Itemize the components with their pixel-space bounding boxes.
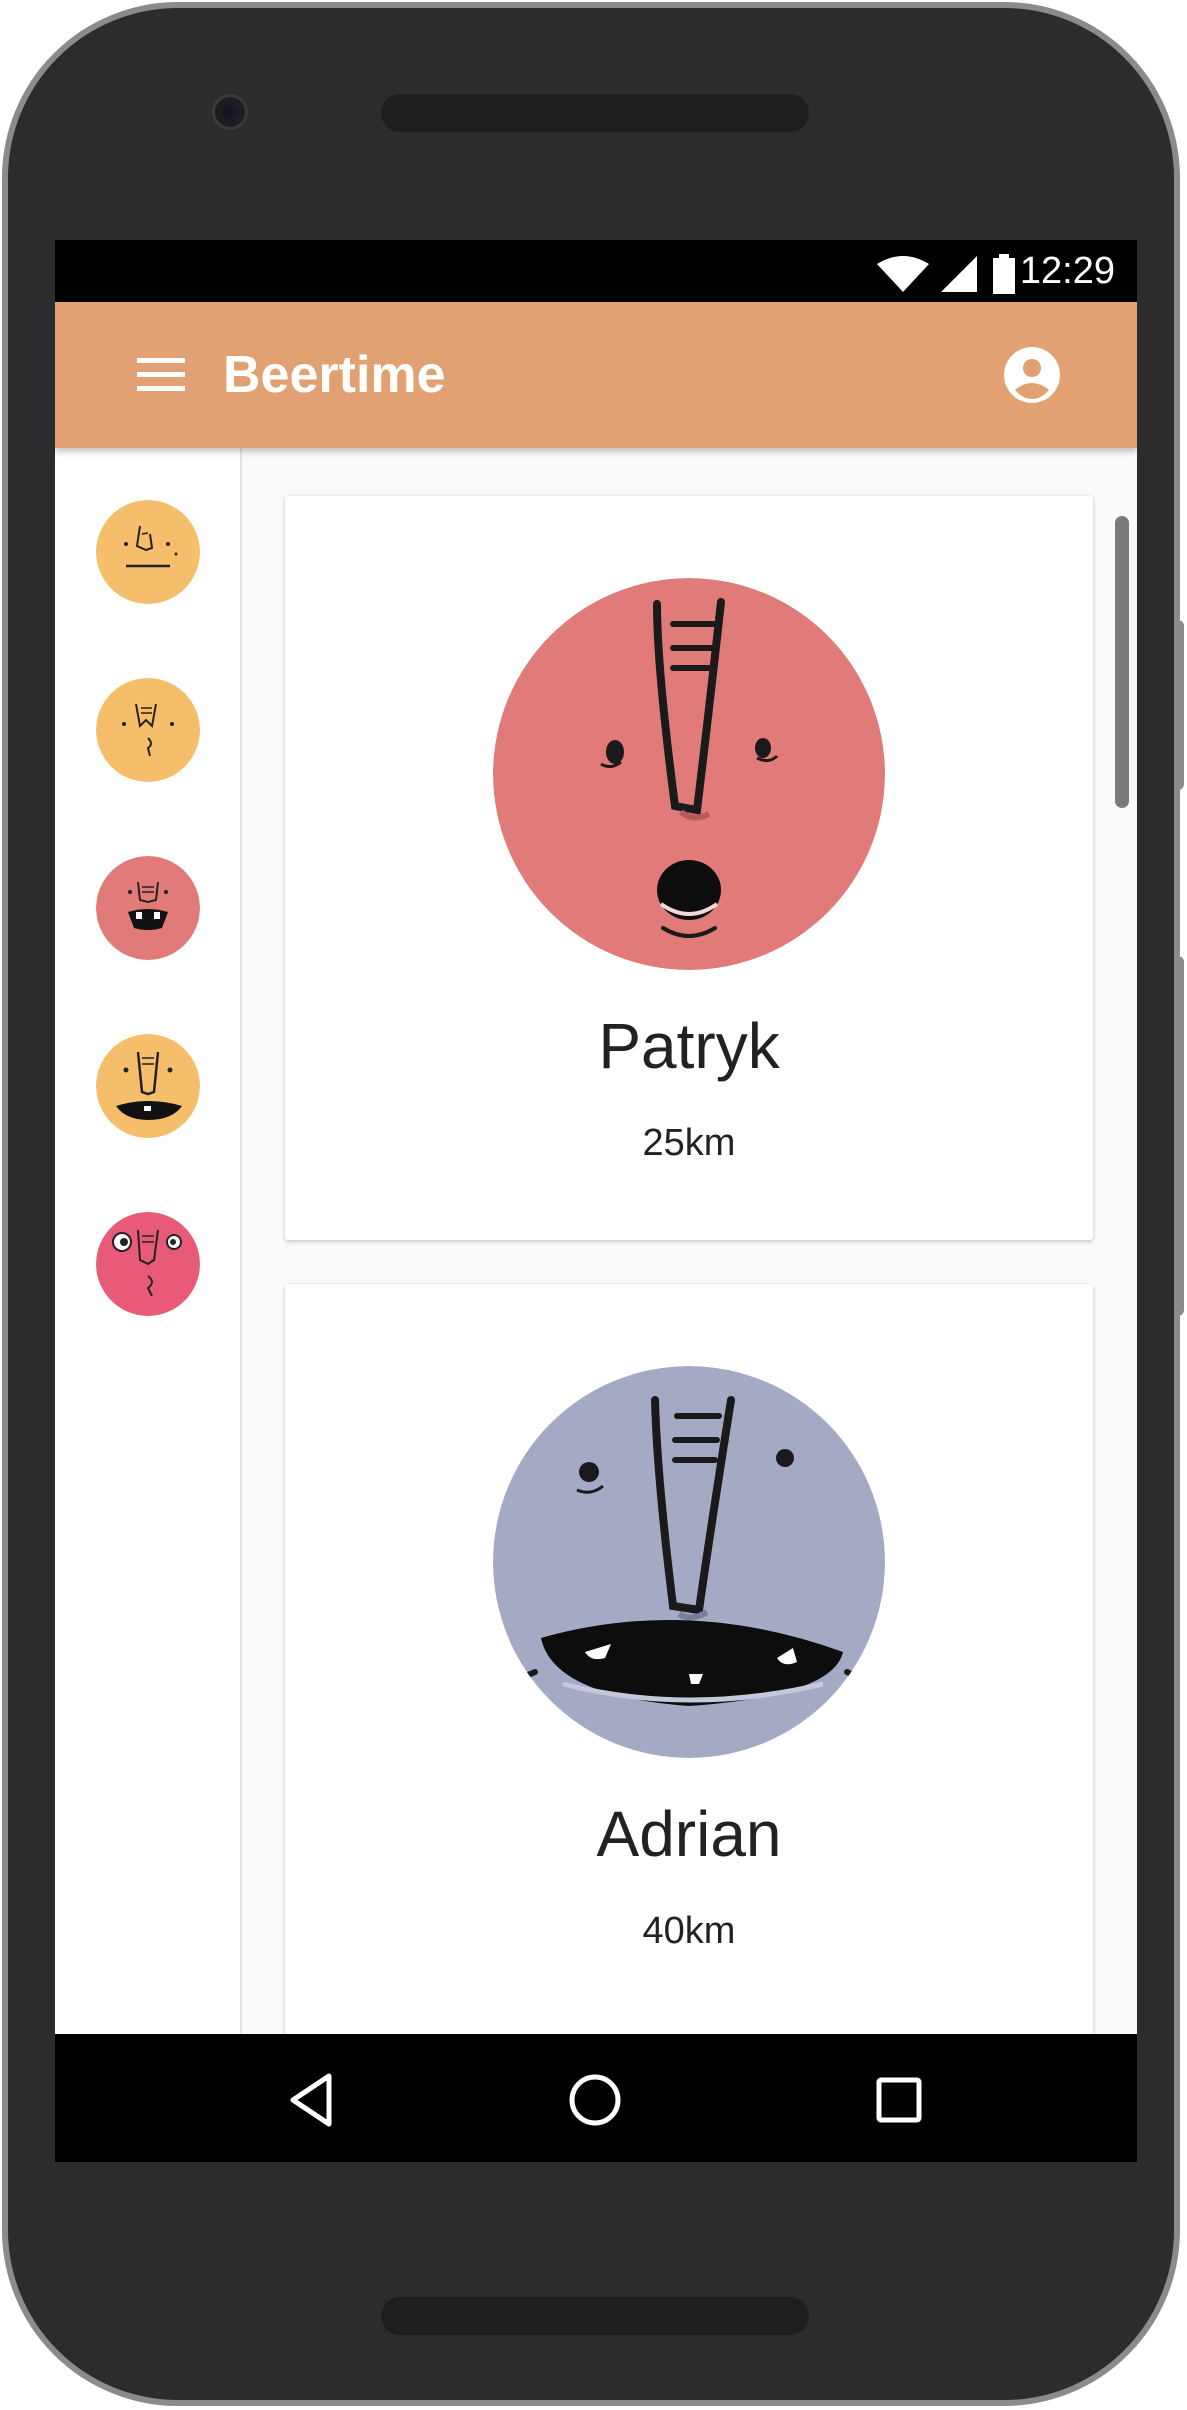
hamburger-menu-icon[interactable]: [135, 352, 187, 398]
status-bar: 12:29: [55, 240, 1137, 302]
sidebar: [55, 448, 242, 2046]
back-triangle-icon[interactable]: [283, 2070, 343, 2130]
face-big-grin-icon: [493, 1366, 885, 1758]
recents-square-icon[interactable]: [869, 2070, 929, 2130]
user-distance: 40km: [642, 1910, 736, 1952]
battery-icon: [993, 254, 1015, 294]
app-bar: Beertime: [55, 302, 1137, 448]
phone-frame: 12:29 Beertime Patryk 25km Adrian 40km: [2, 2, 1180, 2406]
status-time: 12:29: [1019, 250, 1115, 292]
sidebar-avatar[interactable]: [96, 678, 200, 782]
face-smile-icon: [96, 1034, 200, 1138]
face-bearded-icon: [96, 678, 200, 782]
wifi-icon: [877, 256, 929, 292]
face-surprised-icon: [96, 1212, 200, 1316]
sidebar-avatar[interactable]: [96, 1034, 200, 1138]
scrollbar-thumb[interactable]: [1115, 516, 1129, 808]
home-circle-icon[interactable]: [565, 2070, 625, 2130]
sidebar-avatar[interactable]: [96, 500, 200, 604]
user-name: Patryk: [598, 1010, 780, 1082]
bottom-speaker: [381, 2297, 809, 2335]
user-card[interactable]: Adrian 40km: [285, 1284, 1093, 2084]
face-grin-icon: [96, 856, 200, 960]
user-avatar: [493, 1366, 885, 1758]
user-list: Patryk 25km Adrian 40km: [242, 448, 1137, 2084]
device-screen: 12:29 Beertime Patryk 25km Adrian 40km: [55, 240, 1137, 2162]
app-title: Beertime: [223, 346, 446, 404]
front-camera: [212, 94, 248, 130]
face-open-mouth-icon: [493, 578, 885, 970]
user-card[interactable]: Patryk 25km: [285, 496, 1093, 1240]
user-avatar: [493, 578, 885, 970]
sidebar-avatar[interactable]: [96, 1212, 200, 1316]
user-distance: 25km: [642, 1122, 736, 1164]
earpiece-speaker: [381, 94, 809, 132]
sidebar-avatar[interactable]: [96, 856, 200, 960]
signal-icon: [941, 256, 977, 292]
navigation-bar: [55, 2034, 1137, 2162]
power-button: [1174, 620, 1184, 790]
face-neutral-icon: [96, 500, 200, 604]
volume-button: [1174, 956, 1184, 1316]
user-name: Adrian: [596, 1798, 782, 1870]
account-circle-icon[interactable]: [1003, 346, 1061, 404]
